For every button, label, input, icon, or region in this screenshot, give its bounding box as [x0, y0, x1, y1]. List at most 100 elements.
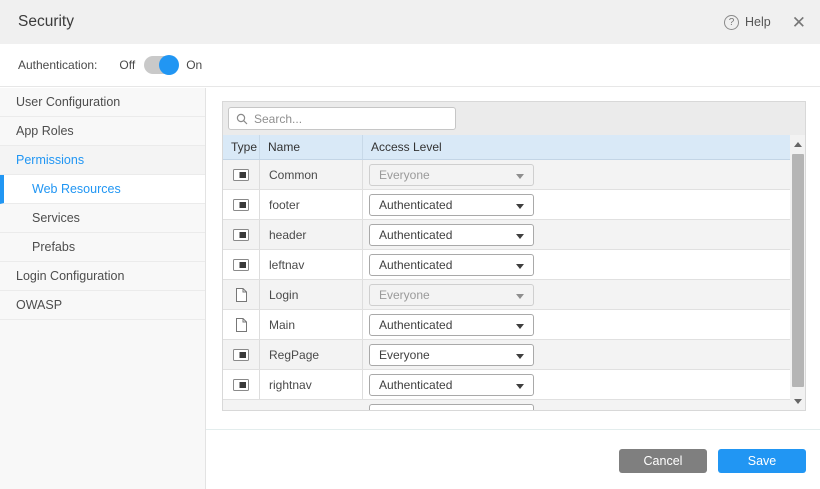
content-panel: Type Name Access Level Common	[206, 88, 820, 489]
table-row: footer Authenticated	[223, 190, 790, 220]
type-cell	[223, 310, 260, 339]
access-level-dropdown: Everyone	[369, 284, 534, 306]
type-cell	[223, 220, 260, 249]
type-cell	[223, 370, 260, 399]
table-toolbar	[223, 102, 805, 135]
sidebar-item-login-configuration[interactable]: Login Configuration	[0, 262, 205, 291]
dropdown-caret-icon	[516, 324, 524, 329]
access-level-dropdown[interactable]: Authenticated	[369, 374, 534, 396]
type-cell	[223, 280, 260, 309]
search-input[interactable]	[254, 112, 455, 126]
access-cell: Everyone	[363, 160, 790, 189]
scroll-up-icon[interactable]	[790, 137, 805, 151]
name-cell: Main	[260, 310, 363, 339]
access-level-value: Everyone	[379, 288, 430, 302]
dropdown-caret-icon	[516, 294, 524, 299]
table-row: header Authenticated	[223, 220, 790, 250]
clipped-dropdown	[369, 404, 534, 410]
column-header-name: Name	[260, 135, 363, 159]
titlebar: Security ? Help ✕	[0, 0, 820, 44]
sidebar-item-services[interactable]: Services	[0, 204, 205, 233]
type-cell	[223, 160, 260, 189]
resource-name: Main	[269, 318, 295, 332]
dropdown-caret-icon	[516, 234, 524, 239]
name-cell: rightnav	[260, 370, 363, 399]
access-level-value: Authenticated	[379, 258, 452, 272]
access-level-dropdown[interactable]: Everyone	[369, 344, 534, 366]
authentication-toggle[interactable]	[144, 56, 177, 74]
page-icon	[235, 318, 247, 332]
scroll-down-icon[interactable]	[790, 394, 805, 408]
access-level-value: Authenticated	[379, 198, 452, 212]
access-level-dropdown[interactable]: Authenticated	[369, 194, 534, 216]
name-cell: header	[260, 220, 363, 249]
resource-name: leftnav	[269, 258, 304, 272]
vertical-scrollbar[interactable]	[790, 135, 805, 410]
sidebar-item-owasp[interactable]: OWASP	[0, 291, 205, 320]
scrollbar-thumb[interactable]	[792, 154, 804, 387]
access-level-value: Authenticated	[379, 228, 452, 242]
toggle-on-label: On	[186, 58, 202, 72]
sidebar-item-app-roles[interactable]: App Roles	[0, 117, 205, 146]
table-row: Login Everyone	[223, 280, 790, 310]
sidebar-item-label: Login Configuration	[16, 269, 124, 283]
access-level-dropdown[interactable]: Authenticated	[369, 224, 534, 246]
toggle-knob	[159, 55, 179, 75]
access-level-dropdown[interactable]: Authenticated	[369, 254, 534, 276]
search-icon	[236, 113, 248, 125]
resource-name: Login	[269, 288, 298, 302]
close-icon[interactable]: ✕	[792, 14, 806, 31]
page-icon	[235, 288, 247, 302]
access-level-value: Authenticated	[379, 378, 452, 392]
cancel-button[interactable]: Cancel	[619, 449, 707, 473]
question-circle-icon: ?	[724, 15, 739, 30]
authentication-label: Authentication:	[18, 58, 97, 72]
help-label: Help	[745, 15, 771, 29]
save-button[interactable]: Save	[718, 449, 806, 473]
dropdown-caret-icon	[516, 384, 524, 389]
table-row: Main Authenticated	[223, 310, 790, 340]
partial-icon	[233, 379, 249, 391]
resource-name: rightnav	[269, 378, 312, 392]
sidebar-item-label: Web Resources	[32, 182, 121, 196]
access-cell: Authenticated	[363, 190, 790, 219]
access-cell: Authenticated	[363, 370, 790, 399]
main-area: User Configuration App Roles Permissions…	[0, 88, 820, 489]
partial-icon	[233, 259, 249, 271]
sidebar-item-user-configuration[interactable]: User Configuration	[0, 88, 205, 117]
access-level-dropdown[interactable]: Authenticated	[369, 314, 534, 336]
sidebar-item-prefabs[interactable]: Prefabs	[0, 233, 205, 262]
name-cell: RegPage	[260, 340, 363, 369]
table-row: rightnav Authenticated	[223, 370, 790, 400]
access-level-dropdown: Everyone	[369, 164, 534, 186]
toggle-off-label: Off	[119, 58, 135, 72]
type-cell	[223, 340, 260, 369]
name-cell: Common	[260, 160, 363, 189]
table-header-row: Type Name Access Level	[223, 135, 790, 160]
sidebar-item-label: OWASP	[16, 298, 62, 312]
help-button[interactable]: ? Help	[724, 15, 771, 30]
column-header-access-level: Access Level	[363, 135, 790, 159]
sidebar: User Configuration App Roles Permissions…	[0, 88, 206, 489]
partial-icon	[233, 349, 249, 361]
footer-divider	[206, 429, 820, 430]
resource-name: footer	[269, 198, 300, 212]
authentication-bar: Authentication: Off On	[0, 44, 820, 87]
access-cell: Everyone	[363, 280, 790, 309]
name-cell: footer	[260, 190, 363, 219]
dropdown-caret-icon	[516, 354, 524, 359]
access-level-value: Everyone	[379, 168, 430, 182]
partial-icon	[233, 199, 249, 211]
sidebar-item-permissions[interactable]: Permissions	[0, 146, 205, 175]
access-cell: Authenticated	[363, 310, 790, 339]
table-row: RegPage Everyone	[223, 340, 790, 370]
partial-icon	[233, 169, 249, 181]
search-box[interactable]	[228, 107, 456, 130]
table-row: Common Everyone	[223, 160, 790, 190]
name-cell: Login	[260, 280, 363, 309]
resource-name: Common	[269, 168, 318, 182]
sidebar-item-web-resources[interactable]: Web Resources	[0, 175, 205, 204]
sidebar-item-label: Permissions	[16, 153, 84, 167]
table-body: Common Everyone footer	[223, 160, 790, 410]
table-row-clipped	[223, 400, 790, 410]
